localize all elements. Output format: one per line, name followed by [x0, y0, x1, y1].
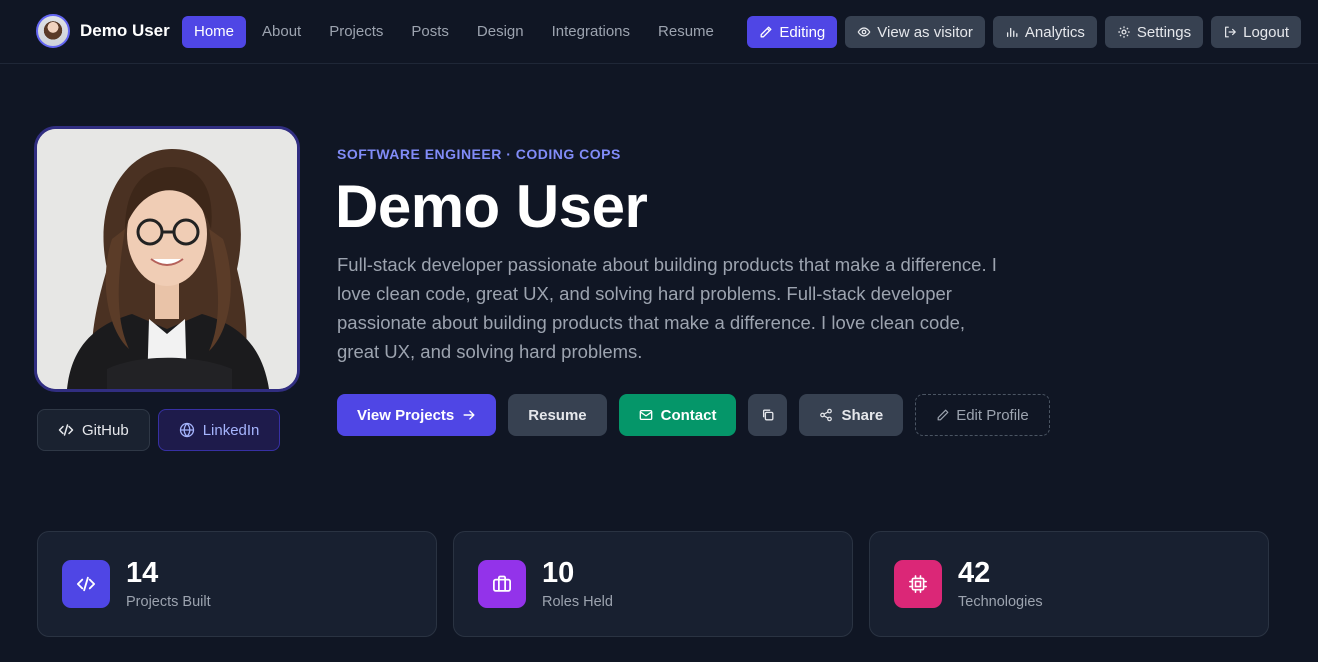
contact-label: Contact: [660, 406, 717, 424]
settings-button[interactable]: Settings: [1104, 16, 1204, 48]
nav-link-home[interactable]: Home: [182, 16, 247, 48]
view-as-visitor-button[interactable]: View as visitor: [845, 16, 985, 48]
linkedin-label: LinkedIn: [202, 421, 260, 439]
github-label: GitHub: [82, 421, 129, 439]
profile-photo: [34, 126, 300, 392]
nav-actions: Editing View as visitor Analytics Settin…: [739, 16, 1301, 48]
chip-icon: [894, 560, 942, 608]
edit-profile-label: Edit Profile: [956, 406, 1029, 424]
pencil-icon: [759, 25, 773, 39]
stat-label: Technologies: [958, 594, 1043, 610]
pencil-icon: [937, 409, 949, 421]
gear-icon: [1117, 25, 1131, 39]
hero-actions: View Projects Resume Contact Share Edit …: [337, 394, 1062, 436]
mail-icon: [639, 409, 652, 421]
copy-icon: [762, 409, 774, 421]
page-title: Demo User: [335, 173, 648, 240]
stat-card-roles: 10 Roles Held: [453, 531, 853, 637]
github-button[interactable]: GitHub: [37, 409, 150, 451]
linkedin-button[interactable]: LinkedIn: [157, 409, 281, 451]
code-icon: [58, 424, 74, 436]
share-label: Share: [841, 406, 884, 424]
stat-value: 42: [958, 557, 991, 589]
nav-link-projects[interactable]: Projects: [317, 16, 395, 48]
analytics-button[interactable]: Analytics: [992, 16, 1097, 48]
nav-link-posts[interactable]: Posts: [399, 16, 461, 48]
settings-label: Settings: [1136, 23, 1192, 41]
share-button[interactable]: Share: [799, 394, 904, 436]
edit-profile-button[interactable]: Edit Profile: [915, 394, 1050, 436]
nav-link-integrations[interactable]: Integrations: [540, 16, 642, 48]
analytics-label: Analytics: [1024, 23, 1085, 41]
stat-value: 10: [542, 557, 575, 589]
stat-card-technologies: 42 Technologies: [869, 531, 1269, 637]
contact-button[interactable]: Contact: [618, 394, 737, 436]
logout-button[interactable]: Logout: [1211, 16, 1301, 48]
editing-label: Editing: [779, 23, 826, 41]
brand[interactable]: Demo User: [36, 14, 170, 48]
nav-link-resume[interactable]: Resume: [646, 16, 726, 48]
avatar: [36, 14, 70, 48]
stat-label: Roles Held: [542, 594, 613, 610]
stat-value: 14: [126, 557, 159, 589]
nav-link-about[interactable]: About: [250, 16, 313, 48]
social-links: GitHub LinkedIn: [37, 409, 288, 451]
resume-label: Resume: [528, 406, 587, 424]
eye-icon: [857, 25, 871, 39]
stat-label: Projects Built: [126, 594, 211, 610]
briefcase-icon: [478, 560, 526, 608]
globe-icon: [179, 422, 194, 438]
role-eyebrow: SOFTWARE ENGINEER · CODING COPS: [337, 146, 621, 162]
top-navbar: Demo User Home About Projects Posts Desi…: [0, 0, 1318, 64]
brand-name: Demo User: [80, 21, 170, 40]
logout-label: Logout: [1243, 23, 1289, 41]
bar-chart-icon: [1005, 25, 1019, 39]
logout-icon: [1223, 25, 1237, 39]
code-icon: [62, 560, 110, 608]
arrow-right-icon: [463, 410, 475, 420]
share-icon: [820, 408, 833, 422]
editing-button[interactable]: Editing: [747, 16, 838, 48]
view-projects-label: View Projects: [357, 406, 455, 424]
copy-link-button[interactable]: [748, 394, 788, 436]
view-as-visitor-label: View as visitor: [877, 23, 973, 41]
nav-link-design[interactable]: Design: [465, 16, 536, 48]
nav-links: Home About Projects Posts Design Integra…: [182, 16, 730, 48]
stat-card-projects: 14 Projects Built: [37, 531, 437, 637]
bio-text: Full-stack developer passionate about bu…: [337, 254, 997, 362]
resume-button[interactable]: Resume: [508, 394, 607, 436]
view-projects-button[interactable]: View Projects: [337, 394, 497, 436]
